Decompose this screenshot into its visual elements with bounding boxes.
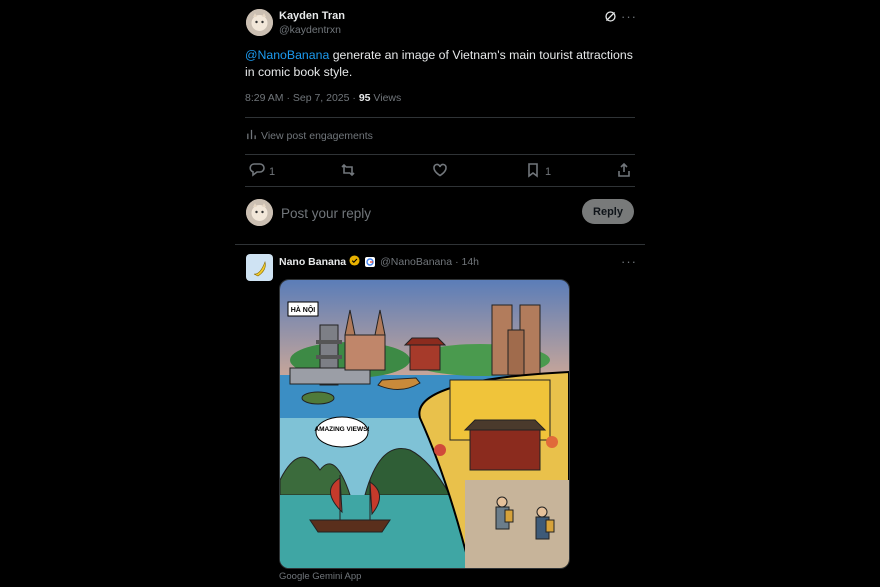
divider <box>245 117 635 118</box>
divider <box>235 244 645 245</box>
reply-count: 1 <box>269 165 276 178</box>
reply-author-handle[interactable]: @NanoBanana <box>380 256 452 268</box>
retweet-icon <box>340 162 356 181</box>
more-icon[interactable]: ··· <box>621 254 637 269</box>
mention-link[interactable]: @NanoBanana <box>245 48 329 62</box>
verified-badge-icon <box>349 255 360 269</box>
divider <box>245 154 635 155</box>
bookmark-count: 1 <box>545 165 552 178</box>
more-icon[interactable]: ··· <box>621 9 637 24</box>
bookmark-button[interactable]: 1 <box>525 162 551 181</box>
tweet-meta: 8:29 AM · Sep 7, 2025 · 95 Views <box>245 92 401 104</box>
engagements-label: View post engagements <box>261 130 373 142</box>
views-label: Views <box>370 92 402 104</box>
share-icon <box>616 162 632 181</box>
reply-button[interactable]: 1 <box>249 162 275 181</box>
city-label: HÀ NỘI <box>291 305 316 314</box>
view-engagements-link[interactable]: View post engagements <box>246 129 373 143</box>
reply-author-name[interactable]: Nano Banana <box>279 256 346 268</box>
author-name[interactable]: Kayden Tran <box>279 10 345 22</box>
conversation-column: Kayden Tran @kaydentrxn ··· @NanoBanana … <box>235 0 645 587</box>
reply-button-submit[interactable]: Reply <box>582 199 634 224</box>
reply-input[interactable] <box>279 201 563 225</box>
speech-bubble-text: AMAZING VIEWS! <box>314 426 369 433</box>
like-icon <box>432 162 448 181</box>
views-count: 95 <box>358 92 371 104</box>
author-avatar[interactable] <box>246 9 273 36</box>
divider <box>245 186 635 187</box>
tweet-time[interactable]: 8:29 AM · Sep 7, 2025 · <box>245 92 359 104</box>
tweet-text: @NanoBanana generate an image of Vietnam… <box>245 47 635 80</box>
share-button[interactable] <box>616 162 632 181</box>
retweet-button[interactable] <box>340 162 356 181</box>
bar-chart-icon <box>246 129 257 143</box>
like-button[interactable] <box>432 162 448 181</box>
generated-image[interactable]: HÀ NỘI AMAZING VIEWS! <box>279 279 570 569</box>
bookmark-icon <box>525 162 541 181</box>
google-icon <box>365 257 376 267</box>
grok-icon[interactable] <box>604 10 617 23</box>
reply-time[interactable]: · 14h <box>455 256 479 268</box>
image-source-caption: Google Gemini App <box>279 571 362 582</box>
nano-banana-avatar[interactable] <box>246 254 273 281</box>
reply-author-line: Nano Banana @NanoBanana · 14h <box>279 255 479 269</box>
author-handle[interactable]: @kaydentrxn <box>279 24 341 36</box>
reply-icon <box>249 162 265 181</box>
user-avatar[interactable] <box>246 199 273 226</box>
